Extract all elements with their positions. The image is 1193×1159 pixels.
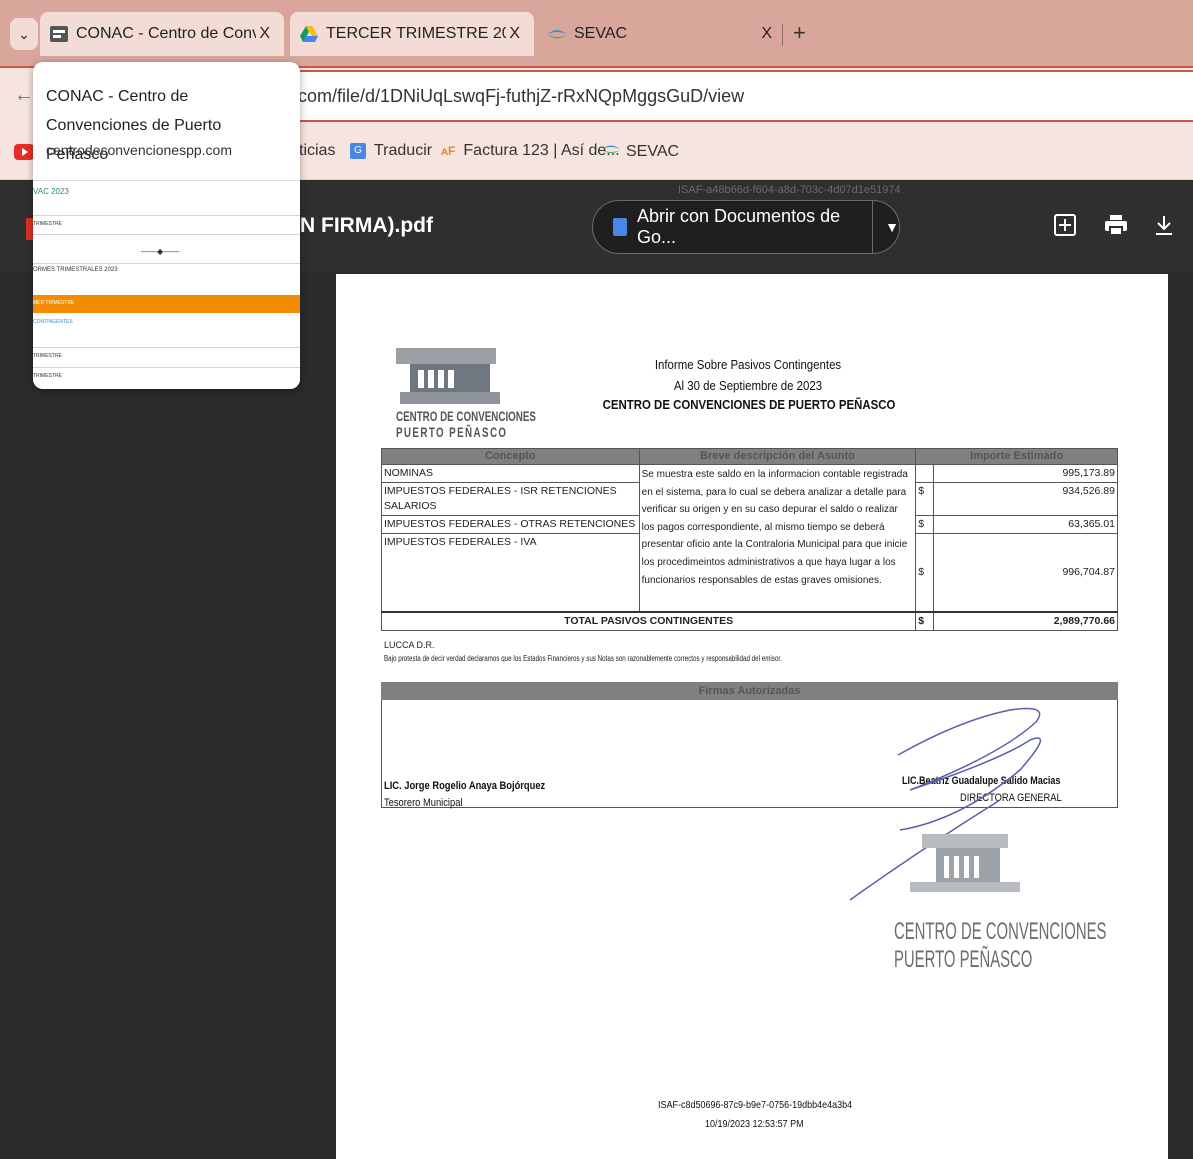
- tab-sevac[interactable]: SEVAC X: [538, 12, 790, 56]
- google-docs-icon: [613, 218, 627, 236]
- button-divider: [872, 200, 874, 254]
- logo-text-2: PUERTO PEÑASCO: [396, 424, 508, 440]
- signer1-role: Tesorero Municipal: [384, 797, 463, 809]
- open-with-label: Abrir con Documentos de Go...: [637, 206, 841, 247]
- top-isaf-code: ISAF-a48b66d-f604-a8d-703c-4d07d1e51974: [678, 184, 901, 196]
- preview-line: TRIMESTRE: [33, 221, 62, 227]
- tab-separator: [782, 24, 783, 46]
- cell-currency: $: [915, 515, 935, 534]
- protesta-text: Bajo protesta de decir verdad declaramos…: [384, 654, 782, 663]
- address-bar[interactable]: com/file/d/1DNiUqLswqFj-futhjZ-rRxNQpMgg…: [298, 70, 1193, 122]
- preview-ornament: ——◆——: [141, 247, 180, 256]
- table-header-row: Concepto Breve descripción del Asunto Im…: [381, 448, 1118, 465]
- preview-divider: [33, 347, 300, 348]
- preview-line: ORMES TRIMESTRALES 2023: [33, 267, 118, 273]
- preview-link: CONTINGENTES: [33, 319, 73, 325]
- cell-importe: 934,526.89: [933, 482, 1118, 516]
- stamp-text-1: CENTRO DE CONVENCIONES: [894, 918, 1107, 945]
- preview-divider: [33, 263, 300, 264]
- table-total-row: TOTAL PASIVOS CONTINGENTES $ 2,989,770.6…: [380, 611, 1118, 631]
- table-row: NOMINAS Se muestra este saldo en la info…: [381, 464, 1118, 612]
- tab-conac[interactable]: CONAC - Centro de Convencio X: [40, 12, 284, 56]
- tab-close-button[interactable]: X: [509, 25, 520, 43]
- google-drive-icon: [300, 26, 318, 42]
- preview-divider: [33, 215, 300, 216]
- tab-tercer-trimestre[interactable]: TERCER TRIMESTRE 2023(FALT X: [290, 12, 534, 56]
- tab-close-button[interactable]: X: [259, 25, 270, 43]
- tab-title: SEVAC: [574, 25, 628, 42]
- preview-divider: [33, 234, 300, 235]
- cell-importe: 996,704.87: [933, 533, 1118, 612]
- hover-card-url: centrodeconvencionespp.com: [46, 142, 233, 158]
- doc-title-2: Al 30 de Septiembre de 2023: [673, 378, 823, 393]
- total-value: 2,989,770.66: [933, 611, 1118, 631]
- stamp-text-2: PUERTO PEÑASCO: [894, 946, 1033, 973]
- bookmark-noticias[interactable]: ticias: [299, 142, 335, 160]
- back-arrow-icon[interactable]: ←: [14, 84, 34, 107]
- cell-concepto: NOMINAS: [381, 464, 640, 483]
- new-tab-button[interactable]: +: [793, 20, 806, 46]
- hover-card-preview: VAC 2023 TRIMESTRE ——◆—— ORMES TRIMESTRA…: [33, 180, 300, 389]
- translate-icon: G: [350, 143, 366, 159]
- preview-line: TRIMESTRE: [33, 353, 62, 359]
- preview-highlight-bar: MER TRIMESTRE: [33, 295, 300, 313]
- preview-divider: [33, 367, 300, 368]
- pasivos-table: Concepto Breve descripción del Asunto Im…: [380, 448, 1118, 631]
- cell-concepto: IMPUESTOS FEDERALES - OTRAS RETENCIONES: [381, 515, 640, 534]
- total-currency: $: [915, 611, 935, 631]
- isaf-date: 10/19/2023 12:53:57 PM: [705, 1119, 804, 1130]
- preview-heading: VAC 2023: [33, 187, 69, 196]
- total-label: TOTAL PASIVOS CONTINGENTES: [380, 611, 917, 631]
- cell-concepto: IMPUESTOS FEDERALES - IVA: [381, 533, 640, 612]
- isaf-code: ISAF-c8d50696-87c9-b9e7-0756-19dbb4e4a3b…: [658, 1100, 853, 1111]
- preview-line: TRIMESTRE: [33, 373, 62, 379]
- tab-title: CONAC - Centro de Convencio: [76, 25, 256, 42]
- tab-close-button[interactable]: X: [761, 25, 772, 43]
- conac-favicon-icon: [50, 26, 68, 42]
- col-descripcion: Breve descripción del Asunto: [638, 448, 917, 465]
- sevac-icon: [602, 142, 620, 161]
- youtube-icon[interactable]: [14, 144, 34, 165]
- bookmark-sevac[interactable]: SEVAC: [602, 142, 679, 161]
- sevac-favicon-icon: [548, 26, 566, 42]
- address-text[interactable]: com/file/d/1DNiUqLswqFj-futhjZ-rRxNQpMgg…: [298, 86, 744, 107]
- lucca-text: LUCCA D.R.: [384, 640, 435, 650]
- cell-currency: [915, 464, 935, 483]
- cell-importe: 995,173.89: [933, 464, 1118, 483]
- cell-currency: $: [915, 533, 935, 612]
- bookmark-traducir[interactable]: G Traducir: [350, 142, 432, 160]
- cell-currency: $: [915, 482, 935, 516]
- stamp-building-icon: [910, 834, 1020, 892]
- open-with-docs-button[interactable]: Abrir con Documentos de Go... ▼: [592, 200, 900, 254]
- factura-icon: ᴀF: [441, 144, 456, 158]
- cell-importe: 63,365.01: [933, 515, 1118, 534]
- signer1-name: LIC. Jorge Rogelio Anaya Bojórquez: [384, 780, 546, 792]
- pdf-filename: N FIRMA).pdf: [300, 214, 433, 237]
- dropdown-caret-icon[interactable]: ▼: [885, 219, 899, 235]
- download-icon[interactable]: [1154, 214, 1174, 242]
- cell-descripcion: Se muestra este saldo en la informacion …: [638, 464, 917, 612]
- col-concepto: Concepto: [381, 448, 640, 465]
- doc-title-3: CENTRO DE CONVENCIONES DE PUERTO PEÑASCO: [602, 397, 896, 412]
- add-to-drive-icon[interactable]: [1054, 214, 1076, 242]
- col-importe: Importe Estimado: [915, 448, 1118, 465]
- cell-concepto: IMPUESTOS FEDERALES - ISR RETENCIONES SA…: [381, 482, 640, 516]
- tab-search-button[interactable]: ⌄: [10, 18, 38, 50]
- firmas-header: Firmas Autorizadas: [381, 682, 1118, 700]
- logo-text-1: CENTRO DE CONVENCIONES: [396, 408, 536, 424]
- tab-hover-card: CONAC - Centro de Convenciones de Puerto…: [33, 62, 300, 389]
- tab-title: TERCER TRIMESTRE 2023(FALT: [326, 25, 506, 42]
- doc-title-1: Informe Sobre Pasivos Contingentes: [654, 357, 842, 372]
- print-icon[interactable]: [1104, 214, 1128, 242]
- bookmark-factura123[interactable]: ᴀF Factura 123 | Así de...: [441, 142, 620, 160]
